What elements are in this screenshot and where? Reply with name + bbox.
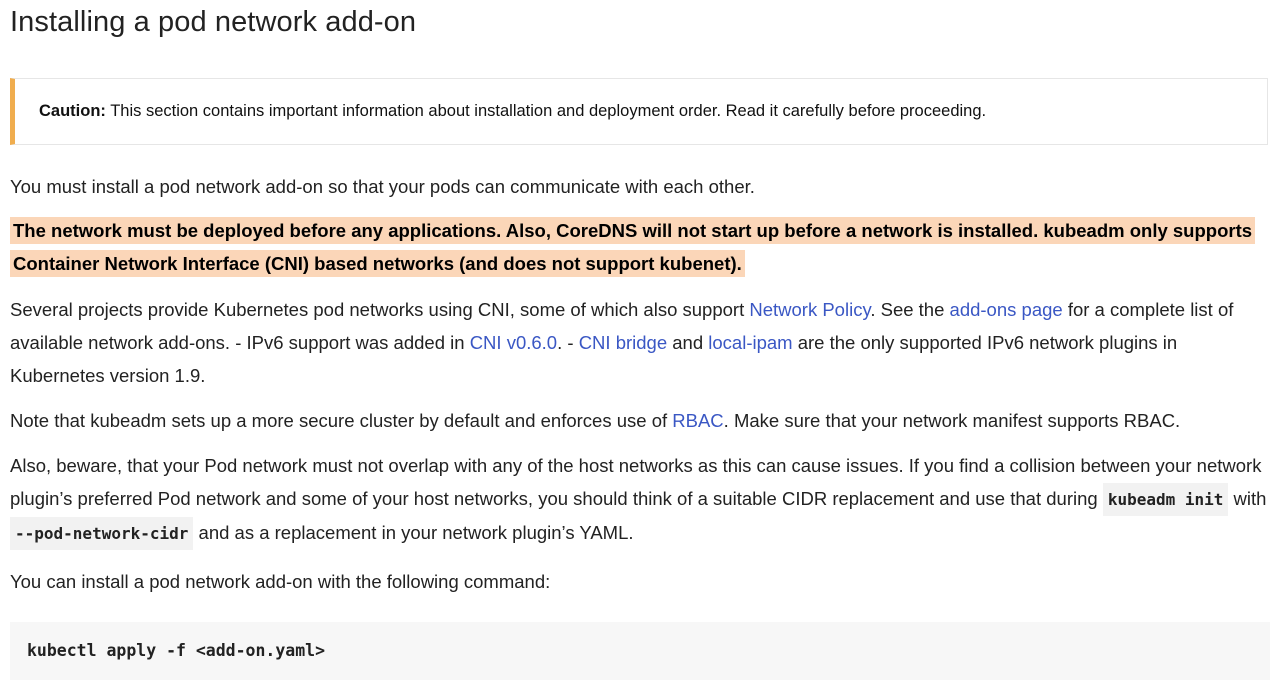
cni-bridge-link[interactable]: CNI bridge (579, 332, 667, 353)
text-segment: Note that kubeadm sets up a more secure … (10, 410, 673, 431)
caution-callout: Caution: This section contains important… (10, 78, 1268, 145)
text-segment: with (1228, 488, 1267, 509)
text-segment: Several projects provide Kubernetes pod … (10, 299, 750, 320)
install-command-intro: You can install a pod network add-on wit… (10, 571, 551, 592)
text-segment: and (667, 332, 709, 353)
rbac-link[interactable]: RBAC (672, 410, 723, 431)
caution-text: Caution: This section contains important… (39, 102, 986, 121)
doc-page: Installing a pod network add-on Caution:… (0, 0, 1280, 695)
highlighted-warning-text: The network must be deployed before any … (10, 217, 1256, 277)
text-segment: . - (557, 332, 579, 353)
rbac-paragraph: Note that kubeadm sets up a more secure … (10, 404, 1272, 437)
inline-code-pod-network-cidr: --pod-network-cidr (10, 517, 194, 550)
intro-paragraph: You must install a pod network add-on so… (10, 176, 755, 197)
text-segment: . Make sure that your network manifest s… (723, 410, 1181, 431)
cni-version-link[interactable]: CNI v0.6.0 (470, 332, 557, 353)
code-block: kubectl apply -f <add-on.yaml> (10, 622, 1270, 680)
caution-body: This section contains important informat… (105, 102, 987, 120)
addons-page-link[interactable]: add-ons page (950, 299, 1063, 320)
kubectl-command: kubectl apply -f <add-on.yaml> (27, 641, 326, 660)
overlap-warning-paragraph: Also, beware, that your Pod network must… (10, 449, 1272, 550)
text-segment: . See the (870, 299, 950, 320)
network-projects-paragraph: Several projects provide Kubernetes pod … (10, 293, 1272, 392)
network-policy-link[interactable]: Network Policy (749, 299, 870, 320)
highlighted-warning-paragraph: The network must be deployed before any … (10, 214, 1272, 280)
caution-label: Caution: (39, 102, 106, 120)
text-segment: and as a replacement in your network plu… (193, 522, 634, 543)
text-segment: Also, beware, that your Pod network must… (10, 455, 1262, 509)
page-title: Installing a pod network add-on (10, 6, 417, 38)
inline-code-kubeadm-init: kubeadm init (1102, 483, 1229, 516)
local-ipam-link[interactable]: local-ipam (708, 332, 792, 353)
